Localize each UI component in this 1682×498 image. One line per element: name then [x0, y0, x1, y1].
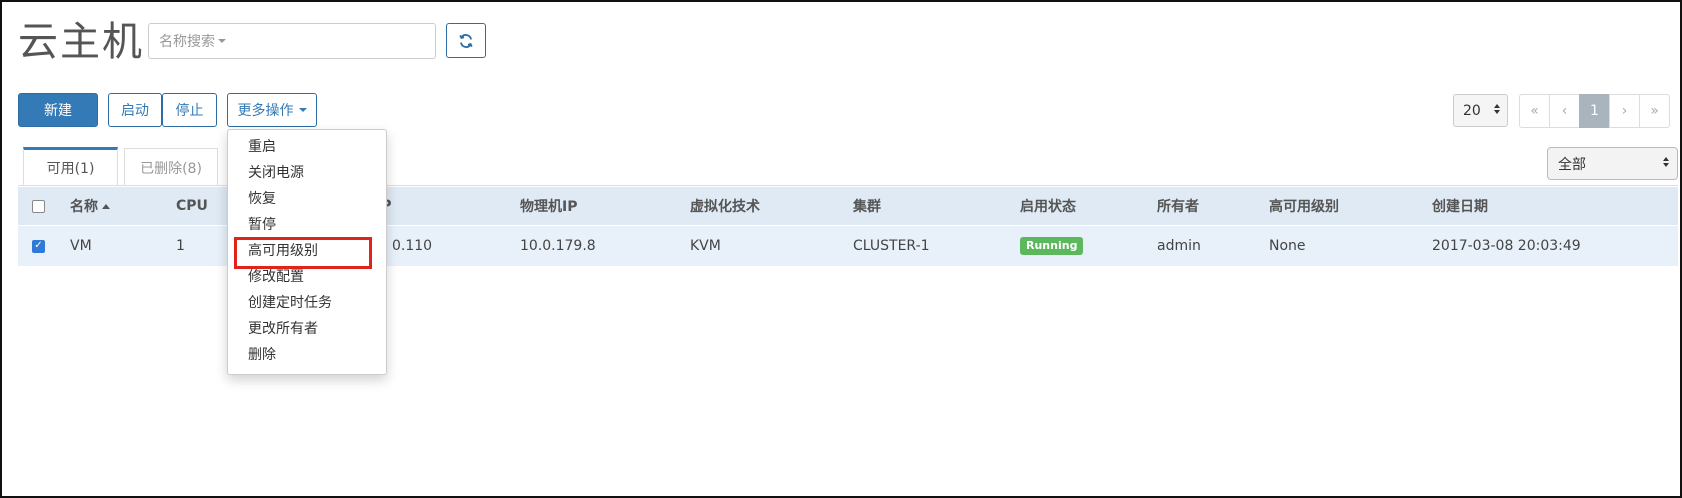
check-icon: ✓ [32, 239, 45, 253]
more-actions-button[interactable]: 更多操作 [227, 93, 317, 127]
column-header-status[interactable]: 启用状态 [1020, 187, 1076, 225]
cell-owner: admin [1157, 238, 1201, 254]
page-next-button[interactable]: › [1609, 94, 1640, 128]
chevron-down-icon [218, 39, 226, 43]
chevron-down-icon [298, 108, 307, 112]
sort-asc-icon [102, 203, 110, 209]
cell-cluster: CLUSTER-1 [853, 238, 930, 254]
search-input[interactable]: 名称搜索 [148, 23, 436, 59]
new-button[interactable]: 新建 [18, 93, 98, 127]
app-window: 云主机 名称搜索 新建 启动 停止 更多操作 重启 关闭电源 恢复 暂停 高可用… [0, 0, 1682, 498]
cell-ha-level: None [1269, 238, 1306, 254]
filter-value: 全部 [1558, 156, 1586, 173]
column-header-cluster[interactable]: 集群 [853, 187, 881, 225]
row-checkbox[interactable]: ✓ [32, 226, 45, 266]
page-first-button[interactable]: « [1519, 94, 1550, 128]
cell-ip: 0.110 [392, 238, 433, 254]
menu-item-power-off[interactable]: 关闭电源 [228, 160, 386, 186]
tab-available[interactable]: 可用(1) [23, 147, 118, 185]
refresh-icon [459, 33, 473, 48]
column-header-name[interactable]: 名称 [70, 187, 110, 225]
column-header-ha-level[interactable]: 高可用级别 [1269, 187, 1339, 225]
page-title: 云主机 [18, 19, 144, 65]
menu-item-pause[interactable]: 暂停 [228, 212, 386, 238]
updown-arrows-icon [1494, 104, 1500, 114]
column-header-cpu[interactable]: CPU [176, 187, 208, 225]
cell-created: 2017-03-08 20:03:49 [1432, 238, 1581, 254]
menu-item-resume[interactable]: 恢复 [228, 186, 386, 212]
pagination: « ‹ 1 › » [1519, 94, 1670, 128]
updown-arrows-icon [1663, 157, 1669, 167]
column-header-host-ip[interactable]: 物理机IP [520, 187, 577, 225]
menu-item-change-owner[interactable]: 更改所有者 [228, 316, 386, 342]
refresh-button[interactable] [446, 23, 486, 58]
page-prev-button[interactable]: ‹ [1549, 94, 1580, 128]
menu-item-reboot[interactable]: 重启 [228, 134, 386, 160]
cell-status: Running [1020, 226, 1084, 266]
menu-item-delete[interactable]: 删除 [228, 342, 386, 368]
cell-virtualization: KVM [690, 238, 721, 254]
column-header-owner[interactable]: 所有者 [1157, 187, 1199, 225]
page-current-button[interactable]: 1 [1579, 94, 1610, 128]
tab-deleted[interactable]: 已删除(8) [124, 148, 218, 186]
status-badge: Running [1020, 237, 1084, 255]
search-placeholder: 名称搜索 [159, 34, 215, 50]
start-button[interactable]: 启动 [108, 93, 162, 127]
cell-host-ip: 10.0.179.8 [520, 238, 596, 254]
select-all-checkbox[interactable] [32, 187, 45, 225]
page-size-value: 20 [1463, 102, 1481, 119]
cell-name[interactable]: VM [70, 226, 92, 266]
stop-button[interactable]: 停止 [162, 93, 217, 127]
more-actions-label: 更多操作 [237, 103, 294, 119]
column-header-name-label: 名称 [70, 199, 98, 215]
page-size-select[interactable]: 20 [1453, 94, 1508, 127]
column-header-created[interactable]: 创建日期 [1432, 187, 1488, 225]
filter-select[interactable]: 全部 [1547, 147, 1678, 180]
page-last-button[interactable]: » [1639, 94, 1670, 128]
highlight-annotation [234, 237, 372, 269]
cell-cpu: 1 [176, 238, 185, 254]
menu-item-create-scheduled-task[interactable]: 创建定时任务 [228, 290, 386, 316]
column-header-virtualization[interactable]: 虚拟化技术 [690, 187, 760, 225]
